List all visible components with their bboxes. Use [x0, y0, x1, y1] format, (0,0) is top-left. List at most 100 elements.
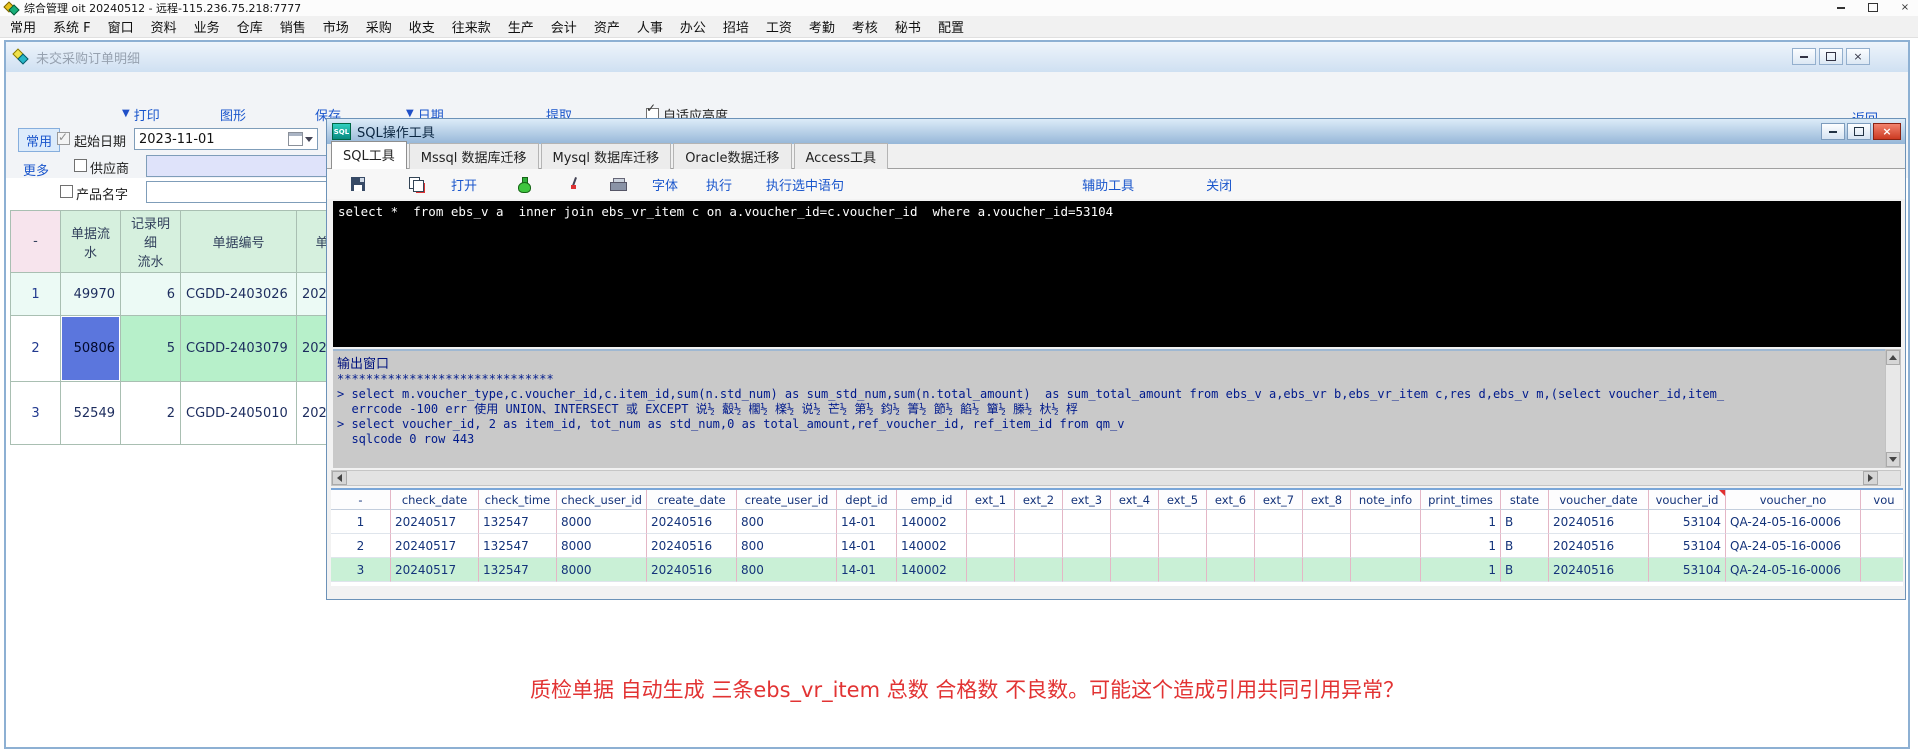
sql-editor[interactable]: select * from ebs_v a inner join ebs_vr_…: [333, 201, 1901, 347]
mdi-restore-icon[interactable]: [1819, 48, 1843, 65]
run-selected-button[interactable]: 执行选中语句: [766, 175, 844, 194]
menu-item[interactable]: 业务: [194, 17, 220, 36]
column-header[interactable]: create_date: [647, 490, 737, 510]
print-button[interactable]: ▼打印: [122, 104, 160, 124]
column-header[interactable]: vou: [1861, 490, 1903, 510]
tab-sql-tools[interactable]: SQL工具: [331, 141, 407, 169]
scroll-down-icon[interactable]: [1886, 452, 1900, 467]
menu-item[interactable]: 人事: [637, 17, 663, 36]
graph-button[interactable]: 图形: [220, 104, 246, 124]
minimize-icon[interactable]: [1832, 1, 1850, 14]
scroll-left-icon[interactable]: [332, 471, 347, 485]
calendar-icon[interactable]: [288, 132, 303, 146]
supplier-input[interactable]: [146, 155, 332, 177]
table-row[interactable]: 2508065CGDD-24030792024.: [11, 316, 330, 382]
scroll-up-icon[interactable]: [1886, 350, 1900, 365]
menu-item[interactable]: 市场: [323, 17, 349, 36]
menu-item[interactable]: 考勤: [809, 17, 835, 36]
menu-item[interactable]: 往来款: [452, 17, 491, 36]
column-header[interactable]: note_info: [1351, 490, 1421, 510]
column-header[interactable]: -: [11, 211, 61, 273]
column-header[interactable]: ext_3: [1063, 490, 1111, 510]
column-header[interactable]: -: [331, 490, 391, 510]
column-header[interactable]: ext_6: [1207, 490, 1255, 510]
mdi-minimize-icon[interactable]: [1792, 48, 1816, 65]
column-header[interactable]: ext_7: [1255, 490, 1303, 510]
menu-item[interactable]: 生产: [508, 17, 534, 36]
menu-item[interactable]: 办公: [680, 17, 706, 36]
menu-item[interactable]: 配置: [938, 17, 964, 36]
horizontal-scrollbar[interactable]: [331, 470, 1901, 486]
menu-item[interactable]: 考核: [852, 17, 878, 36]
menu-item[interactable]: 资料: [151, 17, 177, 36]
column-header[interactable]: print_times: [1421, 490, 1501, 510]
column-header[interactable]: 单据编号: [181, 211, 297, 273]
sidebar-tab-common[interactable]: 常用: [18, 128, 60, 152]
table-row[interactable]: 1499706CGDD-24030262024.: [11, 273, 330, 316]
start-date-checkbox[interactable]: [57, 132, 70, 145]
menu-item[interactable]: 秘书: [895, 17, 921, 36]
column-header[interactable]: voucher_id: [1649, 490, 1726, 510]
product-checkbox[interactable]: [60, 185, 73, 198]
menu-item[interactable]: 会计: [551, 17, 577, 36]
column-header[interactable]: check_user_id: [557, 490, 647, 510]
menu-item[interactable]: 收支: [409, 17, 435, 36]
tab-migration-4[interactable]: Access工具: [794, 143, 889, 169]
menu-item[interactable]: 工资: [766, 17, 792, 36]
column-header[interactable]: ext_1: [967, 490, 1015, 510]
menu-item[interactable]: 采购: [366, 17, 392, 36]
table-row[interactable]: 3525492CGDD-24050102024.: [11, 382, 330, 445]
sql-minimize-icon[interactable]: [1821, 123, 1845, 140]
column-header[interactable]: check_date: [391, 490, 479, 510]
close-icon[interactable]: ×: [1896, 1, 1914, 14]
sql-titlebar[interactable]: SQL SQL操作工具 ×: [327, 119, 1905, 144]
menu-item[interactable]: 常用: [10, 17, 36, 36]
menu-item[interactable]: 系统 F: [53, 17, 91, 36]
chevron-down-icon[interactable]: [305, 137, 313, 142]
column-header[interactable]: 单据流水: [61, 211, 121, 273]
menu-item[interactable]: 窗口: [108, 17, 134, 36]
column-header[interactable]: ext_5: [1159, 490, 1207, 510]
column-header[interactable]: check_time: [479, 490, 557, 510]
column-header[interactable]: ext_2: [1015, 490, 1063, 510]
column-header[interactable]: ext_8: [1303, 490, 1351, 510]
tab-migration-1[interactable]: Mssql 数据库迁移: [409, 143, 539, 169]
flask-icon[interactable]: [517, 177, 531, 192]
table-row[interactable]: 22024051713254780002024051680014-0114000…: [331, 534, 1903, 558]
product-input[interactable]: [146, 181, 332, 203]
save-icon[interactable]: [351, 177, 365, 191]
scroll-right-icon[interactable]: [1863, 471, 1878, 485]
column-header[interactable]: create_user_id: [737, 490, 837, 510]
supplier-checkbox[interactable]: [74, 159, 87, 172]
table-row[interactable]: 32024051713254780002024051680014-0114000…: [331, 558, 1903, 582]
column-header[interactable]: voucher_date: [1549, 490, 1649, 510]
column-header[interactable]: voucher_no: [1726, 490, 1861, 510]
output-vertical-scrollbar[interactable]: [1885, 349, 1901, 468]
tab-migration-3[interactable]: Oracle数据迁移: [673, 143, 791, 169]
sql-close-icon[interactable]: ×: [1873, 123, 1901, 140]
font-button[interactable]: 字体: [652, 175, 678, 194]
sidebar-more-link[interactable]: 更多: [23, 160, 49, 179]
maximize-icon[interactable]: [1864, 1, 1882, 14]
menu-item[interactable]: 销售: [280, 17, 306, 36]
printer-icon[interactable]: [610, 178, 626, 191]
mdi-close-icon[interactable]: ×: [1846, 48, 1870, 65]
close-tool-button[interactable]: 关闭: [1206, 175, 1232, 194]
table-row[interactable]: 12024051713254780002024051680014-0114000…: [331, 510, 1903, 534]
column-header[interactable]: ext_4: [1111, 490, 1159, 510]
menu-item[interactable]: 资产: [594, 17, 620, 36]
cut-icon[interactable]: [567, 177, 580, 192]
menu-item[interactable]: 招培: [723, 17, 749, 36]
column-header[interactable]: 记录明细 流水: [121, 211, 181, 273]
copy-icon[interactable]: [409, 177, 423, 191]
start-date-input[interactable]: 2023-11-01: [134, 128, 318, 150]
helper-tools-button[interactable]: 辅助工具: [1082, 175, 1134, 194]
open-button[interactable]: 打开: [451, 175, 477, 194]
sql-maximize-icon[interactable]: [1847, 123, 1871, 140]
column-header[interactable]: emp_id: [897, 490, 967, 510]
column-header[interactable]: state: [1501, 490, 1549, 510]
column-header[interactable]: dept_id: [837, 490, 897, 510]
tab-migration-2[interactable]: Mysql 数据库迁移: [541, 143, 672, 169]
menu-item[interactable]: 仓库: [237, 17, 263, 36]
output-window[interactable]: 输出窗口 ****************************** > se…: [333, 349, 1885, 468]
